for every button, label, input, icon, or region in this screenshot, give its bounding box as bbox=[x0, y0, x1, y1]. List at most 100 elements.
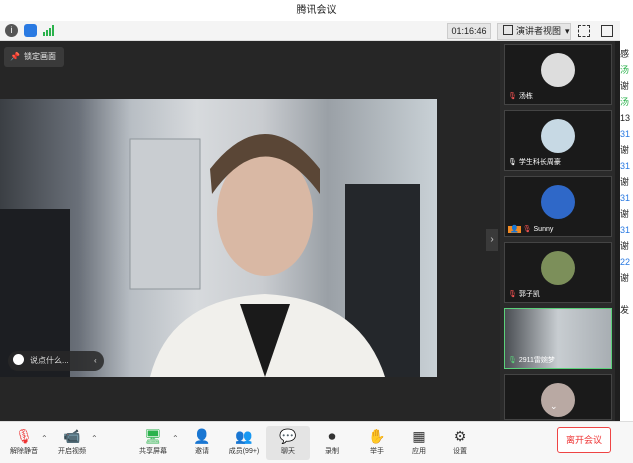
lock-view-label: 锁定画面 bbox=[23, 52, 56, 61]
chat-fragment: 13 bbox=[620, 113, 631, 123]
hand-icon: ✋ bbox=[368, 428, 386, 444]
gear-icon: ⚙ bbox=[453, 428, 467, 444]
chat-label: 聊天 bbox=[281, 448, 295, 455]
mic-muted-icon: 🎙 bbox=[15, 428, 33, 444]
shield-icon[interactable] bbox=[24, 24, 37, 37]
raise-hand-label: 举手 bbox=[370, 448, 384, 455]
unmute-label: 解除静音 bbox=[10, 448, 38, 455]
chat-fragment: 谢 bbox=[620, 241, 630, 251]
share-screen-icon: 🖥 bbox=[144, 428, 162, 444]
participant-tile[interactable]: ⌄ bbox=[504, 374, 612, 420]
emoji-icon[interactable] bbox=[13, 354, 24, 365]
chat-fragment: 谢 bbox=[620, 81, 630, 91]
members-icon: 👥 bbox=[235, 428, 253, 444]
avatar bbox=[541, 119, 575, 153]
chat-fragment: 谢 bbox=[620, 145, 630, 155]
invite-label: 邀请 bbox=[195, 448, 209, 455]
chevron-up-icon[interactable]: ⌃ bbox=[172, 434, 179, 443]
status-bar: i 01:16:46 演讲者视图 ▾ bbox=[0, 21, 620, 41]
chevron-down-icon: ▾ bbox=[565, 26, 570, 36]
speaker-view-button[interactable]: 演讲者视图 ▾ bbox=[497, 23, 571, 40]
chat-input[interactable]: 说点什么... ‹ bbox=[8, 351, 104, 371]
chat-fragment: 31 bbox=[620, 225, 631, 235]
participant-tile[interactable]: 🎙 郭子凯 bbox=[504, 242, 612, 303]
settings-label: 设置 bbox=[453, 448, 467, 455]
apps-label: 应用 bbox=[412, 448, 426, 455]
chevron-left-icon[interactable]: ‹ bbox=[94, 351, 97, 371]
members-label: 成员(99+) bbox=[228, 448, 260, 455]
chat-icon: 💬 bbox=[279, 428, 297, 444]
participant-name: 汤栋 bbox=[518, 93, 533, 100]
share-screen-button[interactable]: 🖥 共享屏幕 bbox=[131, 426, 175, 460]
avatar bbox=[541, 383, 575, 417]
chat-fragment: 谢 bbox=[620, 177, 630, 187]
mic-muted-icon: 🎙 bbox=[508, 291, 517, 298]
info-icon[interactable]: i bbox=[5, 24, 18, 37]
chat-fragment: 汤 bbox=[620, 97, 630, 107]
view-layout-icon bbox=[503, 25, 513, 35]
speaker-view-label: 演讲者视图 bbox=[516, 26, 562, 36]
settings-button[interactable]: ⚙ 设置 bbox=[438, 426, 482, 460]
participant-sidebar: 🎙 汤栋 🎙 学生科长周豪 👤 🎙 Sunny 🎙 郭子凯 🎙 2911雷婉梦 … bbox=[500, 41, 615, 421]
camera-off-icon: 📹 bbox=[63, 428, 81, 444]
chat-input-placeholder: 说点什么... bbox=[30, 356, 69, 365]
record-label: 录制 bbox=[325, 448, 339, 455]
speaker-video-frame bbox=[0, 134, 420, 377]
participant-tile[interactable]: 🎙 汤栋 bbox=[504, 44, 612, 105]
start-video-label: 开启视频 bbox=[58, 448, 86, 455]
speaker-video bbox=[0, 99, 437, 377]
apps-button[interactable]: ▦ 应用 bbox=[397, 426, 441, 460]
invite-icon: 👤 bbox=[193, 428, 211, 444]
chevron-right-icon[interactable]: › bbox=[486, 229, 498, 251]
window-title: 腾讯会议 bbox=[296, 5, 337, 16]
mic-muted-icon: 🎙 bbox=[522, 226, 532, 233]
avatar bbox=[541, 53, 575, 87]
chat-fragment: 22 bbox=[620, 257, 631, 267]
participant-tile[interactable]: 🎙 2911雷婉梦 bbox=[504, 308, 612, 369]
chevron-up-icon[interactable]: ⌃ bbox=[41, 434, 48, 443]
person-icon: 👤 bbox=[508, 226, 521, 233]
start-video-button[interactable]: 📹 开启视频 bbox=[50, 426, 94, 460]
raise-hand-button[interactable]: ✋ 举手 bbox=[355, 426, 399, 460]
avatar bbox=[541, 185, 575, 219]
record-button[interactable]: ⏺ 录制 bbox=[310, 426, 354, 460]
chat-button[interactable]: 💬 聊天 bbox=[266, 426, 310, 460]
apps-icon: ▦ bbox=[412, 428, 426, 444]
mic-active-icon: 🎙 bbox=[508, 357, 517, 364]
participant-tile[interactable]: 🎙 学生科长周豪 bbox=[504, 110, 612, 171]
mic-icon: 🎙 bbox=[508, 159, 517, 166]
fullscreen-icon[interactable] bbox=[578, 25, 590, 37]
participant-name: 郭子凯 bbox=[518, 291, 540, 298]
meeting-timer: 01:16:46 bbox=[447, 23, 491, 39]
invite-button[interactable]: 👤 邀请 bbox=[180, 426, 224, 460]
participant-name: 学生科长周豪 bbox=[518, 159, 561, 166]
members-button[interactable]: 👥 成员(99+) bbox=[222, 426, 266, 460]
title-bar: 腾讯会议 bbox=[0, 0, 633, 21]
participant-tile[interactable]: 👤 🎙 Sunny bbox=[504, 176, 612, 237]
chevron-up-icon[interactable]: ⌃ bbox=[91, 434, 98, 443]
chat-fragment: 谢 bbox=[620, 209, 630, 219]
chat-fragment: 31 bbox=[620, 161, 631, 171]
mic-muted-icon: 🎙 bbox=[508, 93, 517, 100]
participant-name: 2911雷婉梦 bbox=[518, 357, 555, 364]
share-screen-label: 共享屏幕 bbox=[139, 448, 167, 455]
chat-fragment: 汤 bbox=[620, 65, 630, 75]
main-video-area: 📌 锁定画面 说点什么... ‹ › bbox=[0, 41, 500, 421]
pin-icon: 📌 bbox=[10, 52, 20, 61]
chat-fragment: 31 bbox=[620, 193, 631, 203]
chat-fragment: 感 bbox=[620, 49, 630, 59]
chat-panel: 感 汤 谢 汤 13 31 谢 31 谢 31 谢 31 谢 22 谢 发 bbox=[620, 21, 633, 421]
chat-fragment: 谢 bbox=[620, 273, 630, 283]
lock-view-button[interactable]: 📌 锁定画面 bbox=[4, 47, 64, 67]
avatar bbox=[541, 251, 575, 285]
unmute-button[interactable]: 🎙 解除静音 bbox=[2, 426, 46, 460]
chat-fragment: 发 bbox=[620, 305, 630, 315]
leave-meeting-button[interactable]: 离开会议 bbox=[557, 427, 611, 453]
chevron-down-icon[interactable]: ⌄ bbox=[550, 401, 558, 412]
panel-toggle-icon[interactable] bbox=[601, 25, 613, 37]
participant-name: Sunny bbox=[533, 226, 554, 233]
signal-icon[interactable] bbox=[43, 25, 55, 36]
meeting-toolbar: 🎙 解除静音 ⌃ 📹 开启视频 ⌃ 🖥 共享屏幕 ⌃ 👤 邀请 👥 成员(99+… bbox=[0, 421, 633, 463]
chat-fragment: 31 bbox=[620, 129, 631, 139]
record-icon: ⏺ bbox=[328, 428, 336, 444]
